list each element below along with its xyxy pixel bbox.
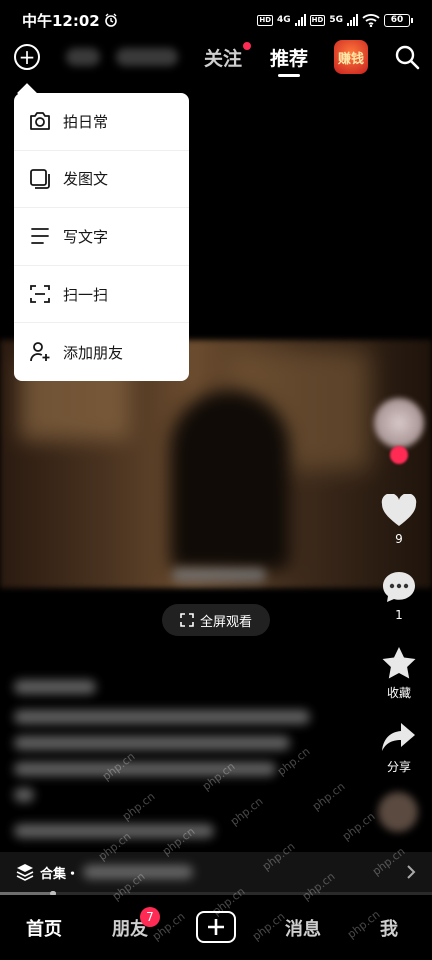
search-icon[interactable] [394, 44, 420, 70]
blurred-caption-line [14, 762, 276, 776]
add-circle-icon[interactable]: + [14, 44, 40, 70]
fullscreen-icon [180, 613, 194, 627]
fullscreen-button[interactable]: 全屏观看 [162, 604, 270, 636]
follow-plus-icon[interactable] [390, 446, 408, 464]
heart-icon [381, 494, 417, 526]
blurred-caption-line [14, 710, 310, 724]
share-label: 分享 [386, 760, 411, 774]
wifi-icon [362, 13, 380, 27]
share-action[interactable]: 分享 [376, 720, 422, 775]
author-avatar[interactable] [374, 398, 424, 448]
menu-item-add-friend[interactable]: 添加朋友 [14, 323, 189, 381]
camera-icon [30, 112, 50, 131]
nav-messages[interactable]: 消息 [285, 915, 321, 941]
plus-icon [208, 919, 224, 935]
tab-active-underline [278, 74, 300, 77]
fullscreen-label: 全屏观看 [199, 614, 252, 630]
menu-item-label: 写文字 [63, 227, 109, 246]
top-nav: + 关注 推荐 赚钱 [0, 40, 432, 77]
like-action[interactable]: 9 [376, 494, 422, 546]
status-left: 中午12:02 [22, 10, 118, 31]
video-figure [170, 390, 290, 570]
layers-icon [16, 864, 34, 881]
net-label-2: 5G [329, 15, 343, 25]
battery-icon: 60 [384, 13, 413, 27]
friends-badge: 7 [140, 907, 160, 927]
menu-item-label: 扫一扫 [63, 285, 109, 304]
watermark: php.cn [309, 779, 348, 814]
menu-item-shoot-daily[interactable]: 拍日常 [14, 93, 189, 151]
alarm-icon [104, 13, 117, 27]
blurred-tab [116, 48, 178, 66]
follow-dot [243, 42, 251, 50]
blurred-author-name [14, 680, 96, 694]
watermark: php.cn [339, 809, 378, 844]
menu-item-scan[interactable]: 扫一扫 [14, 266, 189, 324]
signal-icon-1 [294, 14, 306, 26]
chevron-right-icon [407, 865, 416, 879]
nav-me[interactable]: 我 [380, 915, 398, 941]
comment-action[interactable]: 1 [376, 570, 422, 622]
net-label-1: 4G [277, 15, 291, 25]
tab-recommend[interactable]: 推荐 [270, 44, 308, 71]
blurred-music-line [14, 824, 214, 838]
bottom-nav: 首页 朋友 7 消息 我 [0, 895, 432, 960]
comment-count: 1 [395, 608, 403, 622]
hd-badge-1: HD [257, 14, 274, 26]
share-icon [382, 723, 415, 751]
status-right: HD 4G HD 5G 60 [257, 13, 413, 27]
blurred-subtitle [172, 568, 266, 582]
blurred-collection-title [83, 865, 194, 879]
star-icon [382, 647, 416, 679]
hd-badge-2: HD [309, 14, 326, 26]
blurred-caption-line [14, 788, 34, 802]
menu-item-label: 添加朋友 [63, 343, 124, 362]
status-time: 中午12:02 [22, 11, 100, 30]
favorite-label: 收藏 [386, 686, 411, 700]
earn-money-icon[interactable]: 赚钱 [334, 40, 368, 74]
tab-follow[interactable]: 关注 [204, 44, 242, 71]
watermark: php.cn [119, 789, 158, 824]
comment-icon [383, 572, 415, 602]
image-post-icon [30, 168, 50, 189]
collection-bar[interactable]: 合集・ [0, 852, 432, 892]
menu-item-label: 拍日常 [63, 112, 109, 131]
scan-icon [30, 285, 50, 303]
music-disc[interactable] [378, 792, 418, 832]
menu-item-write-text[interactable]: 写文字 [14, 208, 189, 266]
text-lines-icon [31, 228, 49, 245]
menu-item-label: 发图文 [63, 170, 109, 189]
collection-label: 合集・ [40, 866, 80, 882]
add-friend-icon [30, 342, 50, 362]
blurred-caption-line [14, 736, 290, 750]
menu-item-image-post[interactable]: 发图文 [14, 151, 189, 209]
favorite-action[interactable]: 收藏 [376, 646, 422, 701]
signal-icon-2 [347, 14, 358, 26]
create-popup-menu: 拍日常 发图文 写文字 扫一扫 添加朋友 [14, 93, 189, 381]
nav-home[interactable]: 首页 [26, 915, 62, 941]
like-count: 9 [395, 532, 403, 546]
blurred-tab [66, 48, 100, 66]
status-bar: 中午12:02 HD 4G HD 5G 60 [0, 0, 432, 40]
watermark: php.cn [227, 794, 266, 829]
create-button[interactable] [196, 911, 236, 943]
